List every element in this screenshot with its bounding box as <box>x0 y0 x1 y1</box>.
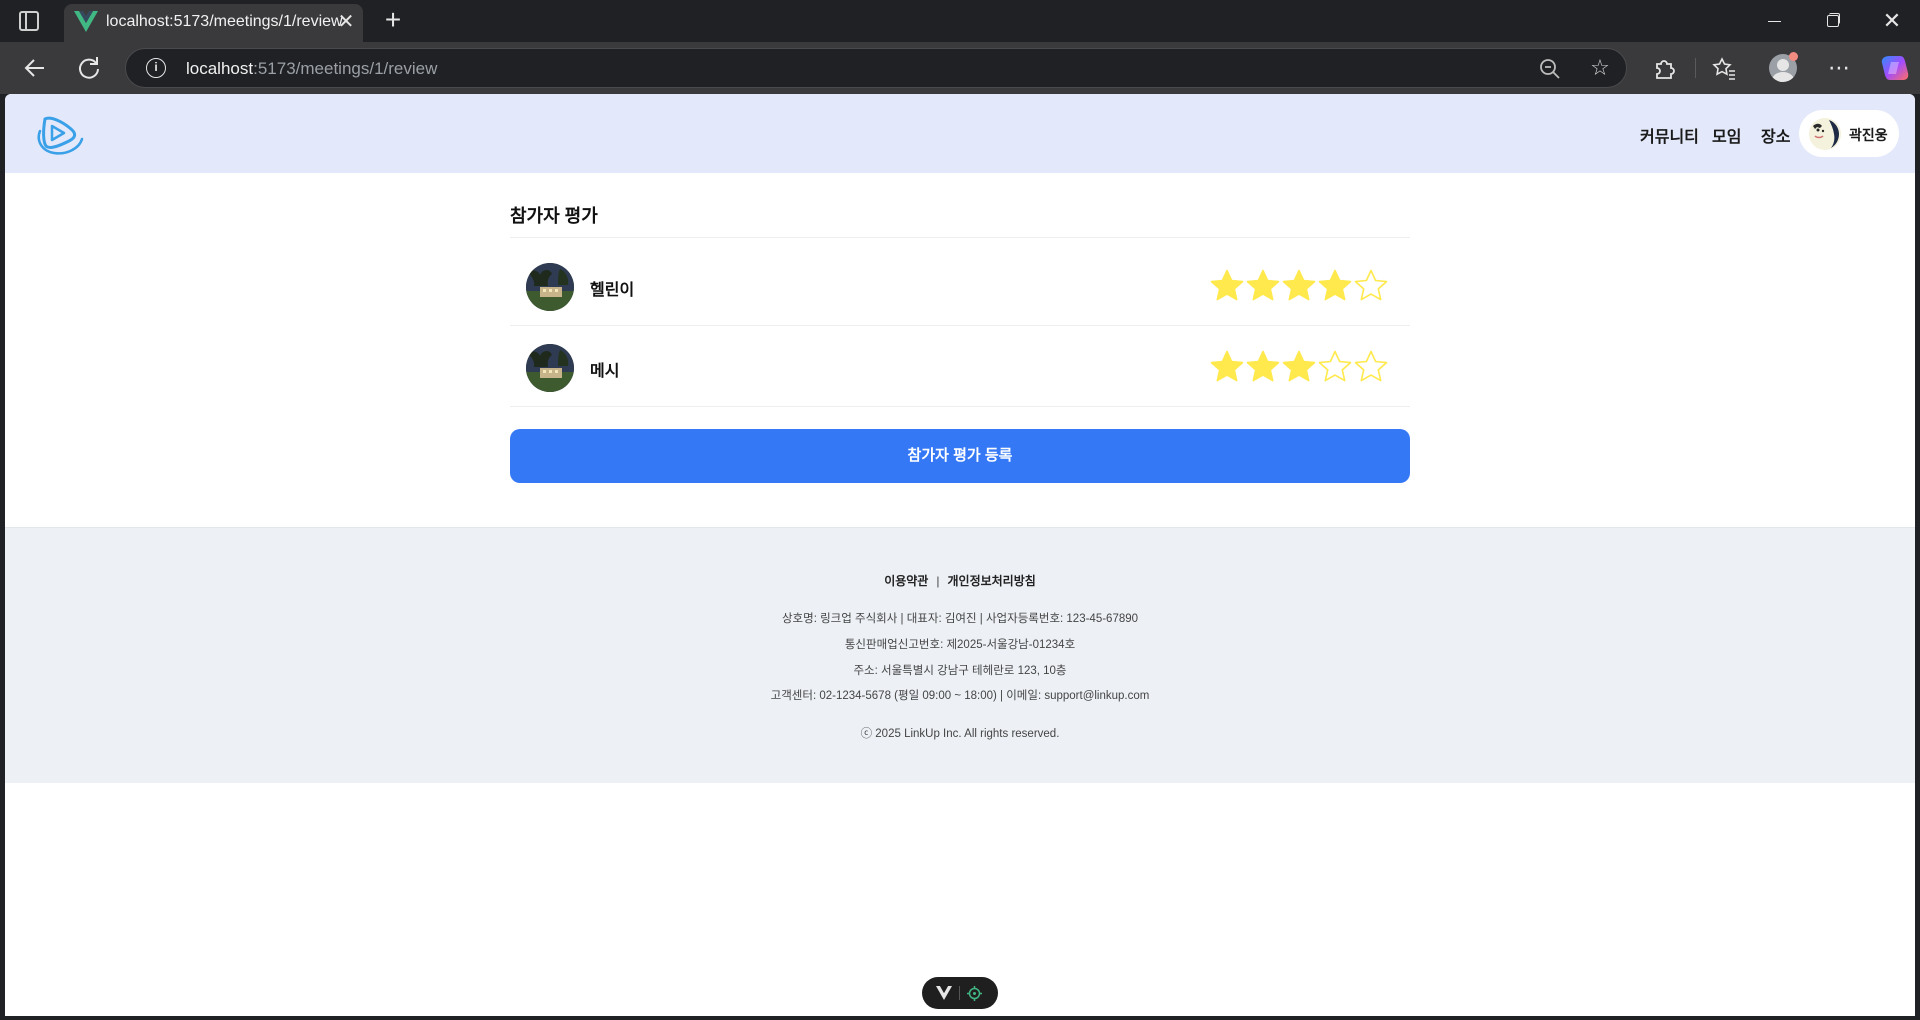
star-filled-icon[interactable] <box>1245 268 1281 304</box>
tab-actions-icon[interactable] <box>19 11 39 31</box>
back-arrow-icon[interactable] <box>19 52 51 84</box>
avatar <box>1809 118 1841 150</box>
customer-contact: 고객센터: 02-1234-5678 (평일 09:00 ~ 18:00) | … <box>770 690 1150 702</box>
vue-logo-icon <box>936 986 952 1000</box>
page-viewport: 커뮤니티 모임 장소 곽진웅 참가자 평가 헬린이 메시 참가자 평가 등록 이… <box>5 94 1915 1016</box>
nav-community[interactable]: 커뮤니티 <box>1640 123 1699 147</box>
site-footer: 이용약관 | 개인정보처리방침 상호명: 링크업 주식회사 | 대표자: 김여진 |… <box>5 527 1915 783</box>
participant-name: 메시 <box>590 363 620 380</box>
browser-tab[interactable]: localhost:5173/meetings/1/review ✕ <box>64 4 363 42</box>
favorites-icon[interactable] <box>1708 52 1740 84</box>
browser-tab-bar: localhost:5173/meetings/1/review ✕ + ✕ <box>0 0 1920 42</box>
more-icon[interactable]: ⋯ <box>1823 52 1855 84</box>
window-minimize-button[interactable] <box>1754 8 1794 34</box>
reload-icon[interactable] <box>73 52 105 84</box>
profile-badge <box>1789 52 1798 61</box>
tab-close-icon[interactable]: ✕ <box>334 10 358 34</box>
user-menu-button[interactable]: 곽진웅 <box>1799 110 1899 157</box>
puzzle-icon[interactable] <box>1648 52 1680 84</box>
ecommerce-registration: 통신판매업신고번호: 제2025-서울강남-01234호 <box>844 639 1076 651</box>
copilot-icon[interactable] <box>1880 53 1910 83</box>
vue-devtools-button[interactable] <box>922 977 998 1009</box>
privacy-link[interactable]: 개인정보처리방침 <box>947 574 1035 588</box>
linkup-logo-icon[interactable] <box>35 111 87 157</box>
star-empty-icon[interactable] <box>1353 349 1389 385</box>
tab-title: localhost:5173/meetings/1/review <box>106 13 343 30</box>
company-info: 상호명: 링크업 주식회사 | 대표자: 김여진 | 사업자등록번호: 123-… <box>781 613 1139 625</box>
inspect-target-icon[interactable] <box>967 986 982 1001</box>
footer-links: 이용약관 | 개인정보처리방침 <box>5 572 1915 589</box>
footer-separator: | <box>936 574 940 588</box>
nav-place[interactable]: 장소 <box>1761 123 1790 147</box>
browser-toolbar: i localhost:5173/meetings/1/review ☆ ⋯ <box>0 42 1920 94</box>
devtools-divider <box>959 986 960 1000</box>
company-address: 주소: 서울특별시 강남구 테헤란로 123, 10층 <box>853 665 1067 677</box>
star-filled-icon[interactable] <box>1281 268 1317 304</box>
zoom-out-icon[interactable] <box>1536 55 1564 83</box>
star-empty-icon[interactable] <box>1353 268 1389 304</box>
star-filled-icon[interactable] <box>1209 349 1245 385</box>
vue-logo-icon <box>74 11 98 32</box>
terms-link[interactable]: 이용약관 <box>884 574 928 588</box>
submit-review-button[interactable]: 참가자 평가 등록 <box>510 429 1410 483</box>
window-close-button[interactable]: ✕ <box>1872 8 1912 34</box>
participant-avatar <box>526 344 574 392</box>
url-host: localhost <box>186 59 254 78</box>
address-bar[interactable]: i localhost:5173/meetings/1/review ☆ <box>125 48 1627 88</box>
star-empty-icon[interactable] <box>1317 349 1353 385</box>
star-filled-icon[interactable] <box>1281 349 1317 385</box>
star-filled-icon[interactable] <box>1209 268 1245 304</box>
star-outline-icon[interactable]: ☆ <box>1586 53 1614 83</box>
url-text: localhost:5173/meetings/1/review <box>186 59 437 79</box>
user-name: 곽진웅 <box>1849 127 1888 143</box>
url-path: :5173/meetings/1/review <box>253 59 438 78</box>
participant-row: 메시 <box>510 327 1410 407</box>
star-rating[interactable] <box>1209 268 1389 304</box>
new-tab-button[interactable]: + <box>378 6 408 36</box>
info-icon[interactable]: i <box>146 58 166 78</box>
toolbar-divider <box>1695 58 1696 78</box>
copyright: ⓒ 2025 LinkUp Inc. All rights reserved. <box>860 728 1060 740</box>
site-header: 커뮤니티 모임 장소 곽진웅 <box>5 94 1915 173</box>
window-restore-button[interactable] <box>1813 8 1853 34</box>
nav-meeting[interactable]: 모임 <box>1712 123 1741 147</box>
star-rating[interactable] <box>1209 349 1389 385</box>
participant-avatar <box>526 263 574 311</box>
participant-name: 헬린이 <box>590 282 635 299</box>
participant-row: 헬린이 <box>510 246 1410 326</box>
star-filled-icon[interactable] <box>1245 349 1281 385</box>
page-title: 참가자 평가 <box>510 206 598 226</box>
title-divider <box>510 237 1410 238</box>
star-filled-icon[interactable] <box>1317 268 1353 304</box>
